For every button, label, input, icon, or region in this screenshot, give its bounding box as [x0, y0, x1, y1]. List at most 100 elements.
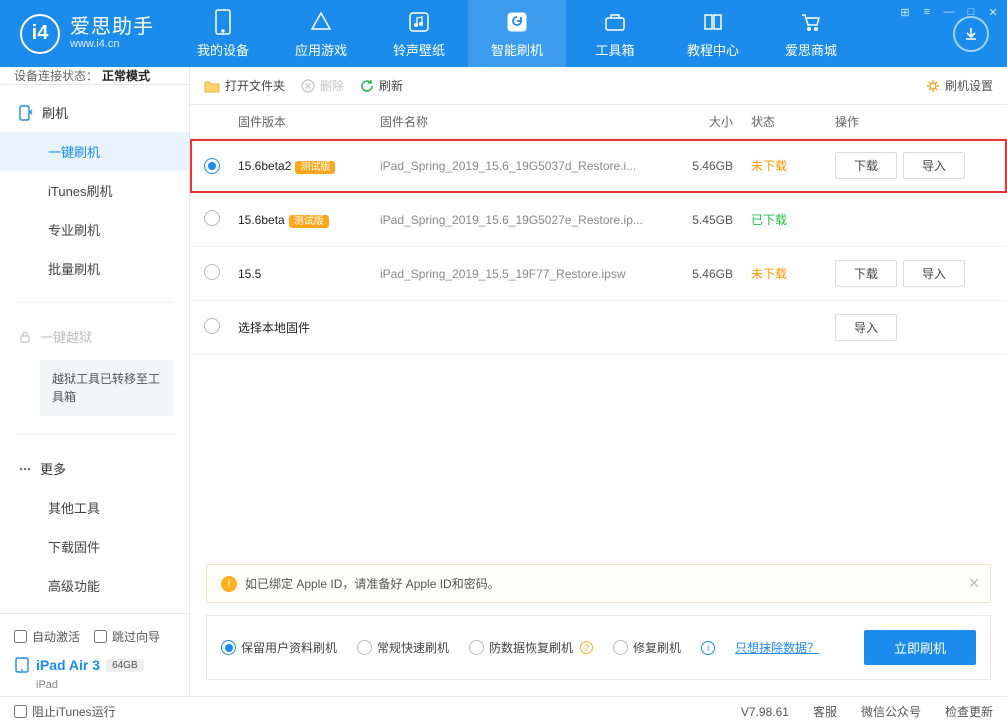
import-button[interactable]: 导入 [903, 152, 965, 179]
status-bar-footer: 阻止iTunes运行 V7.98.61 客服 微信公众号 检查更新 [0, 696, 1007, 726]
col-version: 固件版本 [230, 113, 380, 130]
download-button[interactable] [953, 16, 989, 52]
import-button[interactable]: 导入 [903, 260, 965, 287]
sidebar-item-other-tools[interactable]: 其他工具 [0, 488, 189, 527]
app-header: ⊞ ≡ — □ ✕ i4 爱思助手 www.i4.cn 我的设备 应用游戏 铃声… [0, 0, 1007, 67]
phone-icon [209, 8, 237, 36]
firmware-version: 15.6beta2 [238, 159, 291, 173]
sidebar: 设备连接状态： 正常模式 刷机 一键刷机 iTunes刷机 专业刷机 批量刷机 … [0, 67, 190, 696]
checkbox-label: 跳过向导 [112, 628, 160, 645]
sidebar-item-download-firmware[interactable]: 下载固件 [0, 527, 189, 566]
flash-settings-button[interactable]: 刷机设置 [926, 77, 993, 94]
firmware-name: iPad_Spring_2019_15.6_19G5037d_Restore.i… [380, 159, 663, 173]
download-button[interactable]: 下载 [835, 152, 897, 179]
opt-anti-recovery[interactable]: 防数据恢复刷机? [469, 639, 593, 656]
more-icon [18, 462, 32, 476]
nav-store[interactable]: 爱思商城 [762, 0, 860, 67]
firmware-name: iPad_Spring_2019_15.6_19G5027e_Restore.i… [380, 213, 663, 227]
titlebar-grid-icon[interactable]: ⊞ [897, 4, 913, 20]
firmware-row[interactable]: 15.6beta2 测试版 iPad_Spring_2019_15.6_19G503… [190, 139, 1007, 193]
firmware-status: 未下载 [733, 265, 823, 282]
skip-guide-checkbox[interactable]: 跳过向导 [94, 628, 160, 645]
appleid-alert: ! 如已绑定 Apple ID，请准备好 Apple ID和密码。 ✕ [206, 564, 991, 603]
nav-apps[interactable]: 应用游戏 [272, 0, 370, 67]
main-panel: 打开文件夹 删除 刷新 刷机设置 固件版本 固件名称 大小 状态 操作 [190, 67, 1007, 696]
titlebar-maximize-icon[interactable]: □ [963, 4, 979, 20]
support-link[interactable]: 客服 [813, 703, 837, 720]
firmware-row[interactable]: 15.6beta测试版iPad_Spring_2019_15.6_19G5027… [190, 193, 1007, 247]
firmware-status: 已下载 [733, 211, 823, 228]
row-radio[interactable] [204, 210, 220, 226]
nav-label: 工具箱 [595, 40, 634, 59]
wechat-link[interactable]: 微信公众号 [861, 703, 921, 720]
nav-tutorials[interactable]: 教程中心 [664, 0, 762, 67]
sidebar-item-itunes-flash[interactable]: iTunes刷机 [0, 171, 189, 210]
opt-keep-data[interactable]: 保留用户资料刷机 [221, 639, 337, 656]
refresh-icon [360, 79, 374, 93]
firmware-row[interactable]: 15.5iPad_Spring_2019_15.5_19F77_Restore.… [190, 247, 1007, 301]
titlebar-menu-icon[interactable]: ≡ [919, 4, 935, 20]
alert-close-button[interactable]: ✕ [968, 575, 980, 592]
info-icon[interactable]: i [701, 641, 715, 655]
opt-label: 保留用户资料刷机 [241, 639, 337, 656]
jailbreak-moved-note: 越狱工具已转移至工具箱 [40, 360, 173, 416]
gear-icon [926, 79, 940, 93]
nav-toolbox[interactable]: 工具箱 [566, 0, 664, 67]
lock-icon [18, 330, 32, 344]
firmware-row[interactable]: 选择本地固件导入 [190, 301, 1007, 355]
row-radio[interactable] [204, 318, 220, 334]
device-info[interactable]: iPad Air 3 64GB [14, 651, 175, 679]
check-update-link[interactable]: 检查更新 [945, 703, 993, 720]
nav-label: 应用游戏 [295, 40, 347, 59]
divider [16, 434, 173, 435]
sidebar-item-advanced[interactable]: 高级功能 [0, 566, 189, 605]
sidebar-group-more[interactable]: 更多 [0, 449, 189, 488]
nav-ringtones[interactable]: 铃声壁纸 [370, 0, 468, 67]
toolbar-label: 删除 [320, 77, 344, 94]
start-flash-button[interactable]: 立即刷机 [864, 630, 976, 665]
nav-label: 智能刷机 [491, 40, 543, 59]
col-action: 操作 [823, 113, 993, 130]
divider [16, 302, 173, 303]
firmware-size: 5.46GB [663, 267, 733, 281]
device-name: iPad Air 3 [36, 657, 100, 673]
sidebar-group-flash[interactable]: 刷机 [0, 93, 189, 132]
firmware-size: 5.46GB [663, 159, 733, 173]
auto-activate-checkbox[interactable]: 自动激活 [14, 628, 80, 645]
firmware-version: 15.6beta [238, 213, 285, 227]
download-button[interactable]: 下载 [835, 260, 897, 287]
row-radio[interactable] [204, 264, 220, 280]
opt-label: 防数据恢复刷机 [489, 639, 573, 656]
checkbox-label: 阻止iTunes运行 [32, 703, 116, 720]
titlebar-close-icon[interactable]: ✕ [985, 4, 1001, 20]
folder-icon [204, 79, 220, 93]
opt-repair[interactable]: 修复刷机 [613, 639, 681, 656]
sidebar-item-batch-flash[interactable]: 批量刷机 [0, 249, 189, 288]
opt-normal[interactable]: 常规快速刷机 [357, 639, 449, 656]
beta-badge: 测试版 [295, 161, 335, 174]
titlebar-minimize-icon[interactable]: — [941, 4, 957, 20]
delete-icon [301, 79, 315, 93]
refresh-icon [503, 8, 531, 36]
book-icon [699, 8, 727, 36]
col-status: 状态 [733, 113, 823, 130]
cart-icon [797, 8, 825, 36]
brand-name: 爱思助手 [70, 16, 154, 38]
sidebar-item-oneclick-flash[interactable]: 一键刷机 [0, 132, 189, 171]
block-itunes-checkbox[interactable]: 阻止iTunes运行 [14, 703, 116, 720]
nav-flash[interactable]: 智能刷机 [468, 0, 566, 67]
nav-label: 我的设备 [197, 40, 249, 59]
sidebar-item-pro-flash[interactable]: 专业刷机 [0, 210, 189, 249]
firmware-size: 5.45GB [663, 213, 733, 227]
refresh-button[interactable]: 刷新 [360, 77, 403, 94]
nav-my-device[interactable]: 我的设备 [174, 0, 272, 67]
firmware-status: 未下载 [733, 157, 823, 174]
row-radio[interactable] [204, 158, 220, 174]
import-button[interactable]: 导入 [835, 314, 897, 341]
help-icon[interactable]: ? [580, 641, 593, 654]
opt-label: 常规快速刷机 [377, 639, 449, 656]
logo-icon: i4 [20, 14, 60, 54]
toolbar-label: 刷新 [379, 77, 403, 94]
open-folder-button[interactable]: 打开文件夹 [204, 77, 285, 94]
erase-only-link[interactable]: 只想抹除数据？ [735, 639, 819, 656]
